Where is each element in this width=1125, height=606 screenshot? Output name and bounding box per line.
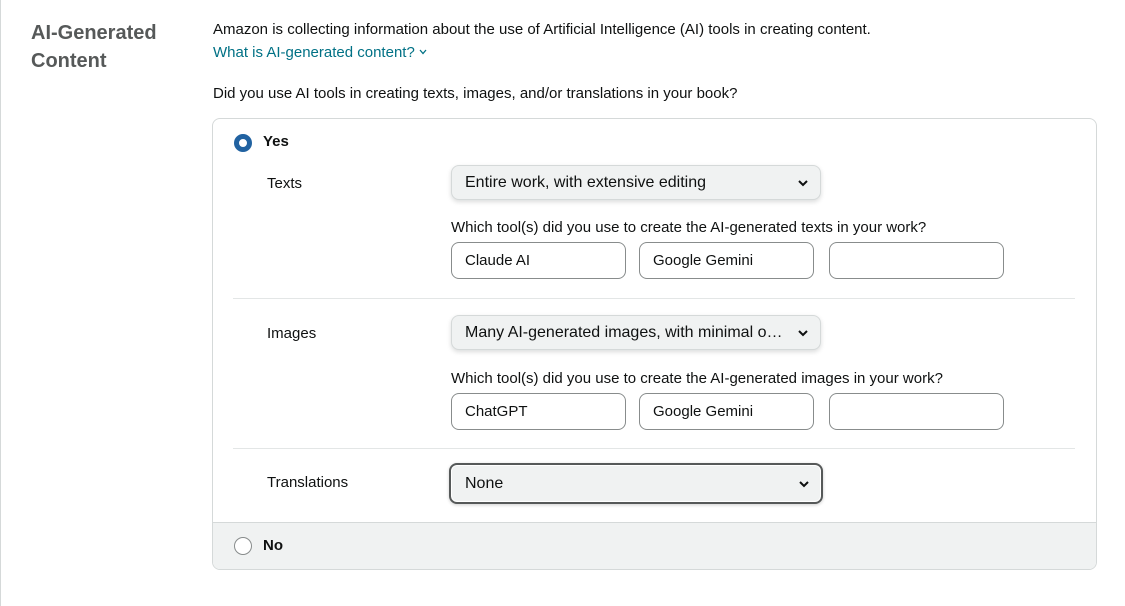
chevron-down-icon — [797, 176, 809, 188]
no-radio[interactable] — [234, 537, 252, 555]
left-border — [0, 0, 1, 606]
translations-label: Translations — [267, 474, 349, 491]
chevron-down-icon — [797, 326, 809, 338]
images-tool-input-2[interactable] — [639, 393, 814, 430]
texts-label: Texts — [267, 175, 303, 192]
images-label: Images — [267, 325, 317, 342]
no-option-row[interactable]: No — [213, 522, 1096, 569]
texts-tool-input-2[interactable] — [639, 242, 814, 279]
images-tool-input-1[interactable] — [451, 393, 626, 430]
ai-content-info-link-label: What is AI-generated content? — [213, 44, 415, 61]
chevron-down-icon — [798, 477, 810, 489]
divider — [233, 448, 1075, 449]
divider — [233, 298, 1075, 299]
ai-usage-question: Did you use AI tools in creating texts, … — [213, 85, 738, 102]
texts-tool-input-3[interactable] — [829, 242, 1004, 279]
texts-tools-question: Which tool(s) did you use to create the … — [451, 219, 927, 236]
images-usage-select[interactable]: Many AI-generated images, with minimal o… — [451, 315, 821, 350]
images-usage-select-value: Many AI-generated images, with minimal o… — [465, 324, 785, 341]
chevron-down-icon — [419, 43, 427, 63]
ai-content-info-link[interactable]: What is AI-generated content? — [213, 43, 427, 63]
texts-tool-input-1[interactable] — [451, 242, 626, 279]
texts-usage-select[interactable]: Entire work, with extensive editing — [451, 165, 821, 200]
no-label[interactable]: No — [263, 536, 283, 556]
section-title: AI-Generated Content — [31, 22, 157, 72]
translations-usage-select-value: None — [465, 475, 504, 492]
translations-usage-select[interactable]: None — [449, 463, 823, 504]
texts-usage-select-value: Entire work, with extensive editing — [465, 174, 706, 191]
yes-label[interactable]: Yes — [263, 132, 289, 152]
images-tools-question: Which tool(s) did you use to create the … — [451, 370, 943, 387]
yes-radio[interactable] — [234, 134, 252, 152]
images-tool-input-3[interactable] — [829, 393, 1004, 430]
intro-text: Amazon is collecting information about t… — [213, 21, 871, 38]
ai-usage-panel: Yes Texts Entire work, with extensive ed… — [212, 118, 1097, 570]
